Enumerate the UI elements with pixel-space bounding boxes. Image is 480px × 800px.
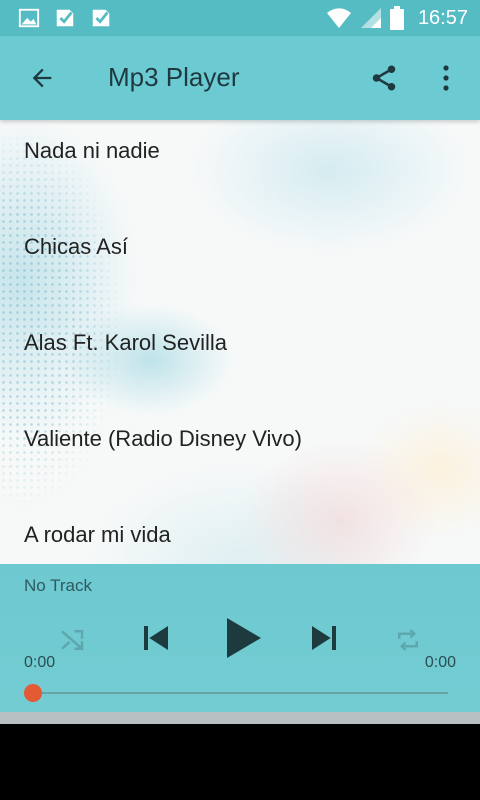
track-item[interactable]: Alas Ft. Karol Sevilla	[0, 312, 480, 408]
status-bar: 16:57	[0, 0, 480, 36]
play-button[interactable]	[216, 610, 270, 666]
seek-bar[interactable]	[32, 692, 448, 694]
track-title: Nada ni nadie	[24, 138, 160, 163]
track-item[interactable]: Valiente (Radio Disney Vivo)	[0, 408, 480, 504]
play-icon	[227, 618, 261, 658]
wifi-icon	[326, 8, 351, 28]
track-title: Valiente (Radio Disney Vivo)	[24, 426, 302, 451]
track-item[interactable]: A rodar mi vida	[0, 504, 480, 564]
previous-button[interactable]	[134, 616, 178, 660]
app-toolbar: Mp3 Player	[0, 36, 480, 120]
arrow-back-icon	[32, 68, 52, 88]
page-title: Mp3 Player	[108, 62, 240, 92]
track-title: Alas Ft. Karol Sevilla	[24, 330, 227, 355]
bottom-edge	[0, 712, 480, 724]
track-item[interactable]: Chicas Así	[0, 216, 480, 312]
track-list: Nada ni nadie Chicas Así Alas Ft. Karol …	[0, 120, 480, 564]
player-panel: No Track 0:00 0:00	[0, 564, 480, 712]
next-button[interactable]	[302, 616, 346, 660]
share-button[interactable]	[364, 58, 404, 98]
app-screen: 16:57 Mp3 Player Nada ni nadie Chicas As…	[0, 0, 480, 724]
total-time: 0:00	[424, 654, 456, 671]
shuffle-button[interactable]	[52, 622, 92, 658]
share-icon	[372, 65, 396, 91]
image-icon	[18, 8, 40, 28]
status-time: 16:57	[417, 6, 468, 29]
track-title: A rodar mi vida	[24, 522, 171, 547]
seek-thumb[interactable]	[24, 684, 42, 702]
track-title: Chicas Así	[24, 234, 128, 259]
skip-next-icon	[312, 626, 336, 650]
back-button[interactable]	[22, 58, 62, 98]
repeat-icon	[398, 629, 418, 651]
now-playing-label: No Track	[24, 576, 93, 595]
skip-previous-icon	[144, 626, 168, 650]
track-item[interactable]: Nada ni nadie	[0, 120, 480, 216]
checkbox-icon	[92, 9, 110, 27]
current-time: 0:00	[24, 654, 56, 671]
checkbox-icon	[56, 9, 74, 27]
battery-icon	[389, 6, 404, 30]
shuffle-icon	[61, 630, 84, 650]
repeat-button[interactable]	[386, 620, 430, 660]
signal-icon	[360, 8, 381, 28]
more-options-button[interactable]	[428, 58, 464, 98]
more-vert-icon	[443, 65, 449, 91]
